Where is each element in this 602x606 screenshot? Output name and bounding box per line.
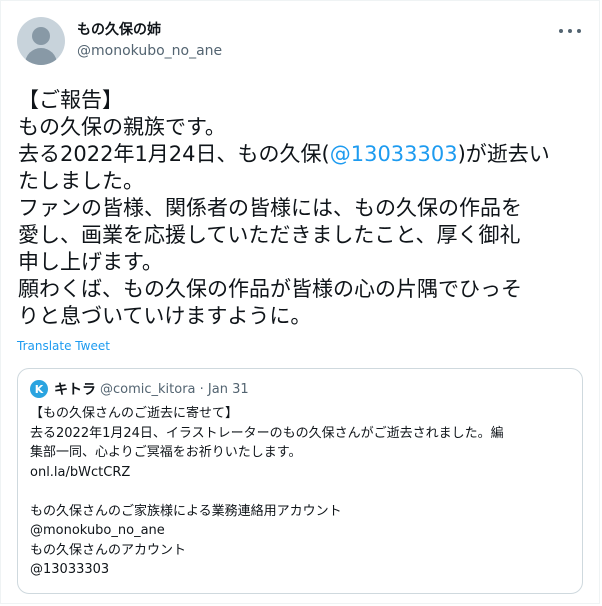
tweet-text-segment: 去る2022年1月24日、もの久保( (18, 142, 330, 166)
tweet-text-line: たしました。 (18, 169, 144, 193)
tweet-text-line: もの久保の親族です。 (18, 115, 226, 139)
quoted-blank-line (30, 482, 504, 502)
display-name[interactable]: もの久保の姉 (77, 21, 161, 39)
quoted-tweet-header: K キトラ @comic_kitora · Jan 31 (30, 380, 249, 398)
tweet-text-segment: )が逝去い (457, 142, 550, 166)
more-dot (568, 29, 572, 33)
quoted-link[interactable]: onl.la/bWctCRZ (30, 463, 504, 483)
more-dot (577, 29, 581, 33)
quoted-text-line: 集部一同、心よりご冥福をお祈りいたします。 (30, 445, 302, 460)
more-dot (559, 29, 563, 33)
translate-tweet-link[interactable]: Translate Tweet (17, 339, 110, 353)
quoted-mention[interactable]: @monokubo_no_ane (30, 521, 504, 541)
tweet-text-line: ファンの皆様、関係者の皆様には、もの久保の作品を (18, 196, 522, 220)
user-handle[interactable]: @monokubo_no_ane (77, 42, 222, 60)
avatar[interactable] (17, 17, 65, 65)
tweet-text-line: 【ご報告】 (18, 88, 123, 112)
quoted-avatar[interactable]: K (30, 380, 48, 398)
quoted-tweet[interactable]: K キトラ @comic_kitora · Jan 31 【もの久保さんのご逝去… (17, 368, 583, 594)
tweet-text: 【ご報告】 もの久保の親族です。 去る2022年1月24日、もの久保(@1303… (18, 87, 590, 330)
default-avatar-body-icon (25, 48, 57, 65)
mention-link[interactable]: @13033303 (330, 142, 458, 166)
more-horizontal-icon[interactable] (559, 21, 581, 41)
quoted-mention[interactable]: @13033303 (30, 560, 504, 580)
tweet-text-line: 去る2022年1月24日、もの久保(@13033303)が逝去い (18, 141, 590, 168)
tweet-card: もの久保の姉 @monokubo_no_ane 【ご報告】 もの久保の親族です。… (0, 0, 600, 604)
quoted-text-line: 【もの久保さんのご逝去に寄せて】 (30, 406, 239, 421)
quoted-display-name: キトラ (54, 382, 96, 398)
tweet-text-line: 申し上げます。 (18, 250, 163, 274)
quoted-text-line: もの久保さんのご家族様による業務連絡用アカウント (30, 503, 342, 519)
default-avatar-head-icon (32, 27, 50, 45)
quoted-handle-date: @comic_kitora · Jan 31 (100, 381, 249, 397)
tweet-text-line: 願わくば、もの久保の作品が皆様の心の片隅でひっそ (18, 277, 522, 301)
tweet-text-line: 愛し、画業を応援していただきましたこと、厚く御礼 (18, 223, 521, 247)
tweet-header: もの久保の姉 @monokubo_no_ane (17, 17, 587, 67)
quoted-tweet-text: 【もの久保さんのご逝去に寄せて】 去る2022年1月24日、イラストレーターのも… (30, 404, 504, 580)
quoted-text-line: 去る2022年1月24日、イラストレーターのもの久保さんがご逝去されました。編 (30, 425, 504, 441)
tweet-text-line: りと息づいていけますように。 (18, 304, 312, 328)
quoted-text-line: もの久保さんのアカウント (30, 542, 187, 558)
